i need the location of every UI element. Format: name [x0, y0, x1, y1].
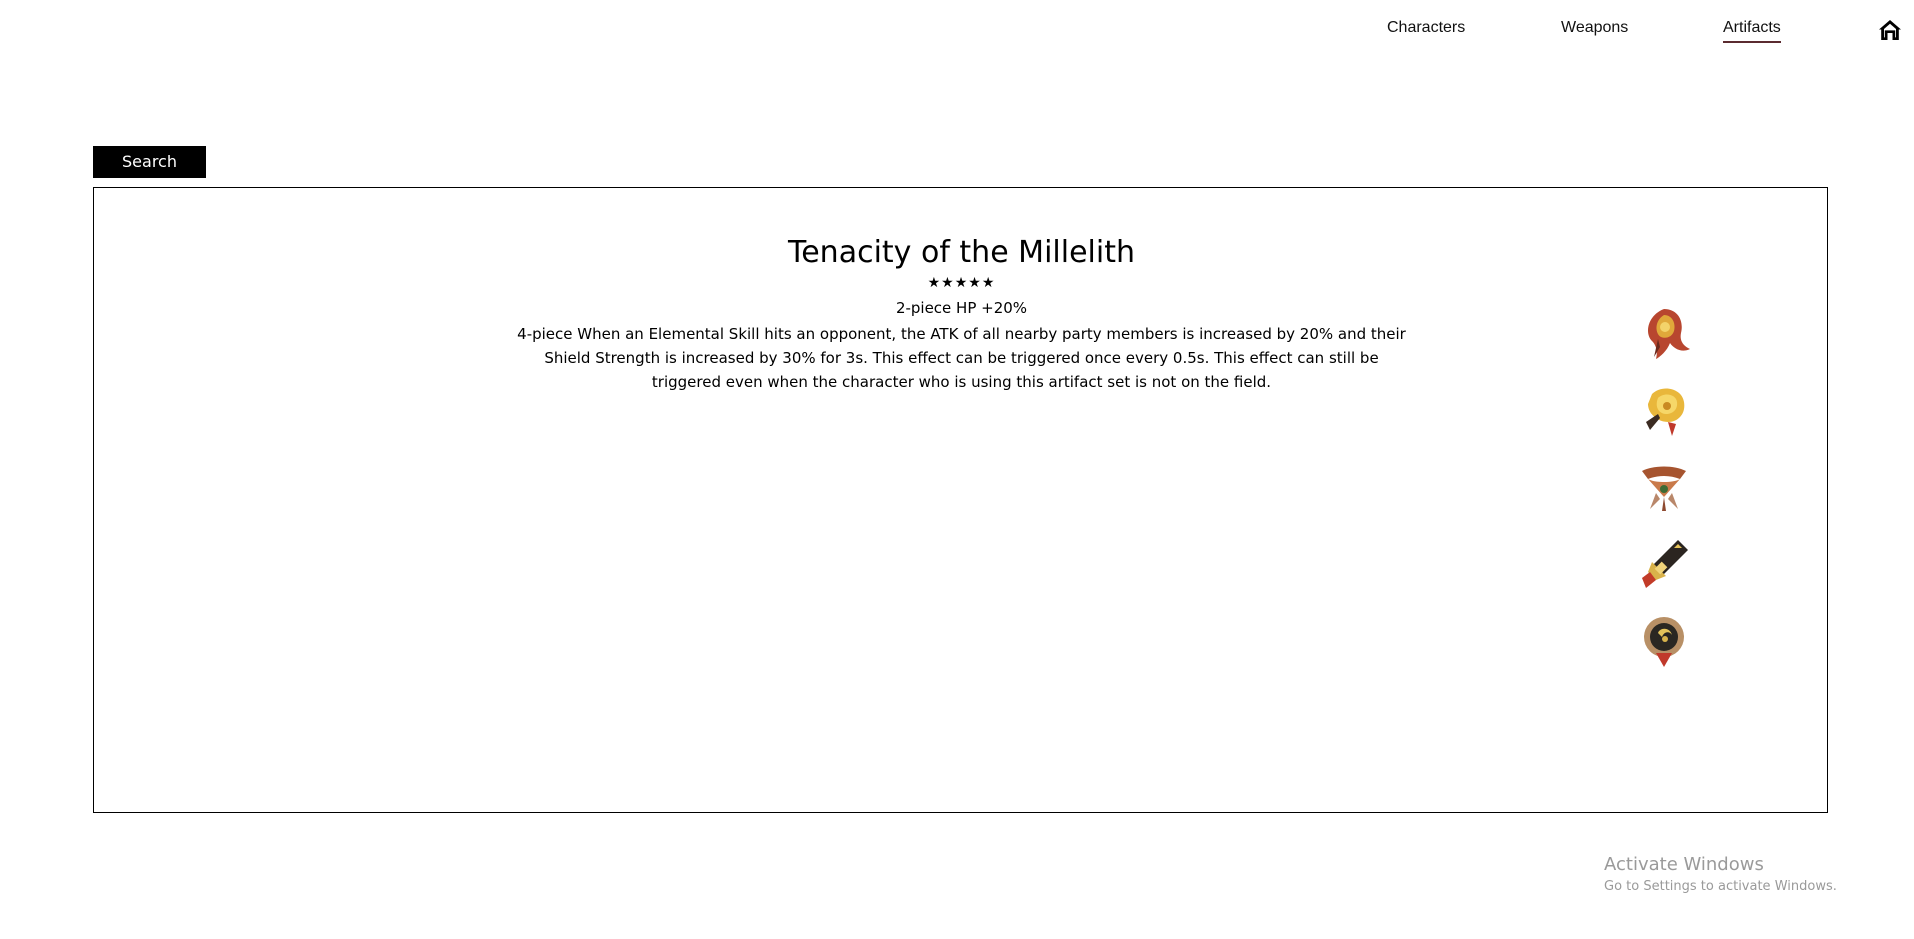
- home-button[interactable]: [1877, 17, 1903, 43]
- artifact-piece-goblet[interactable]: [1634, 534, 1694, 594]
- four-piece-bonus: 4-piece When an Elemental Skill hits an …: [517, 325, 1406, 391]
- artifact-piece-plume[interactable]: [1634, 380, 1694, 440]
- circlet-of-logos-icon: [1644, 617, 1684, 667]
- flower-of-life-icon: [1648, 309, 1690, 359]
- page: Characters Weapons Artifacts Search Tena…: [0, 0, 1914, 939]
- artifact-set-title: Tenacity of the Millelith: [788, 235, 1135, 270]
- watermark-subtitle: Go to Settings to activate Windows.: [1604, 879, 1837, 894]
- rarity-stars: ★★★★★: [927, 275, 996, 291]
- nav-link-weapons[interactable]: Weapons: [1561, 18, 1628, 38]
- artifact-piece-list: [1634, 303, 1698, 688]
- search-button[interactable]: Search: [93, 146, 206, 178]
- windows-activation-watermark: Activate Windows Go to Settings to activ…: [1604, 853, 1837, 896]
- two-piece-bonus: 2-piece HP +20%: [895, 299, 1028, 317]
- home-icon: [1879, 20, 1901, 40]
- watermark-title: Activate Windows: [1604, 854, 1764, 875]
- artifact-piece-circlet[interactable]: [1634, 611, 1694, 671]
- nav-link-characters[interactable]: Characters: [1387, 18, 1465, 38]
- goblet-of-eonothem-icon: [1642, 540, 1688, 588]
- artifact-piece-sands[interactable]: [1634, 457, 1694, 517]
- nav-link-artifacts[interactable]: Artifacts: [1723, 18, 1781, 43]
- sands-of-eon-icon: [1642, 466, 1686, 511]
- plume-of-death-icon: [1646, 388, 1685, 436]
- artifact-detail-panel: Tenacity of the Millelith ★★★★★ 2-piece …: [93, 187, 1828, 813]
- artifact-piece-flower[interactable]: [1634, 303, 1694, 363]
